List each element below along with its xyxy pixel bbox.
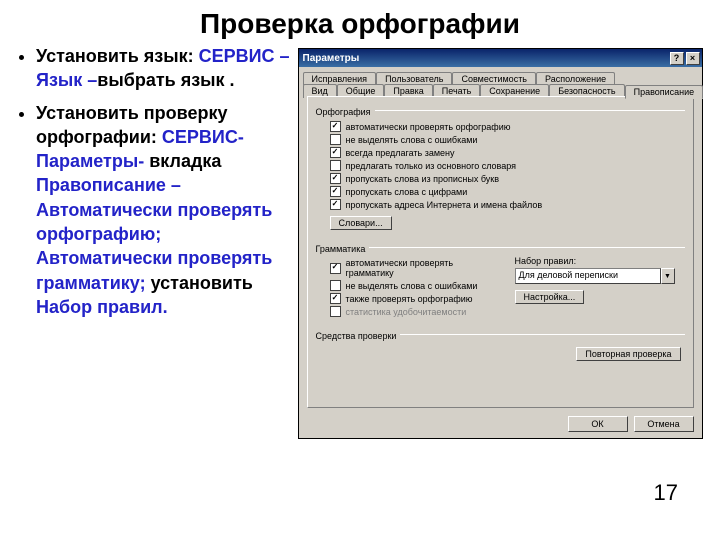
tab-row-2: Вид Общие Правка Печать Сохранение Безоп… (303, 83, 698, 97)
spelling-group-label: Орфография (316, 107, 371, 117)
grammar-group-label: Грамматика (316, 244, 366, 254)
chk-also-spell[interactable] (330, 293, 341, 304)
chk-auto-spell[interactable] (330, 121, 341, 132)
chk-skip-numbers[interactable] (330, 186, 341, 197)
ruleset-combo[interactable]: Для деловой переписки ▼ (515, 268, 675, 284)
lbl-auto-spell: автоматически проверять орфографию (346, 122, 511, 132)
ruleset-label: Набор правил: (515, 256, 685, 266)
lbl-hide-grammar-errors: не выделять слова с ошибками (346, 281, 478, 291)
bullet-list: Установить язык: СЕРВИС – Язык –выбрать … (12, 44, 292, 439)
dialog-titlebar[interactable]: Параметры ? × (299, 49, 702, 67)
chk-hide-spell-errors[interactable] (330, 134, 341, 145)
lbl-main-dict: предлагать только из основного словаря (346, 161, 517, 171)
chk-skip-urls[interactable] (330, 199, 341, 210)
ruleset-value: Для деловой переписки (515, 268, 661, 284)
lbl-skip-upper: пропускать слова из прописных букв (346, 174, 500, 184)
lbl-skip-numbers: пропускать слова с цифрами (346, 187, 468, 197)
chk-suggest[interactable] (330, 147, 341, 158)
lbl-suggest: всегда предлагать замену (346, 148, 455, 158)
ok-button[interactable]: ОК (568, 416, 628, 432)
chk-auto-grammar[interactable] (330, 263, 341, 274)
help-button[interactable]: ? (670, 52, 684, 65)
lbl-also-spell: также проверять орфографию (346, 294, 473, 304)
chk-main-dict[interactable] (330, 160, 341, 171)
chk-hide-grammar-errors[interactable] (330, 280, 341, 291)
grammar-settings-button[interactable]: Настройка... (515, 290, 585, 304)
bullet-1: Установить язык: СЕРВИС – Язык –выбрать … (36, 44, 292, 93)
chk-skip-upper[interactable] (330, 173, 341, 184)
tools-group-label: Средства проверки (316, 331, 397, 341)
dictionaries-button[interactable]: Словари... (330, 216, 392, 230)
lbl-readability: статистика удобочитаемости (346, 307, 467, 317)
recheck-button[interactable]: Повторная проверка (576, 347, 680, 361)
chevron-down-icon[interactable]: ▼ (661, 268, 675, 284)
bullet-2: Установить проверку орфографии: СЕРВИС-П… (36, 101, 292, 320)
lbl-skip-urls: пропускать адреса Интернета и имена файл… (346, 200, 543, 210)
lbl-auto-grammar: автоматически проверять грамматику (346, 258, 495, 278)
chk-readability[interactable] (330, 306, 341, 317)
tab-spelling[interactable]: Правописание (625, 85, 704, 99)
close-button[interactable]: × (686, 52, 700, 65)
page-number: 17 (654, 480, 678, 506)
options-dialog: Параметры ? × Исправления Пользователь С… (298, 48, 703, 439)
lbl-hide-spell-errors: не выделять слова с ошибками (346, 135, 478, 145)
slide-title: Проверка орфографии (0, 0, 720, 44)
cancel-button[interactable]: Отмена (634, 416, 694, 432)
tab-panel: Орфография автоматически проверять орфог… (307, 96, 694, 408)
dialog-title: Параметры (303, 53, 360, 64)
